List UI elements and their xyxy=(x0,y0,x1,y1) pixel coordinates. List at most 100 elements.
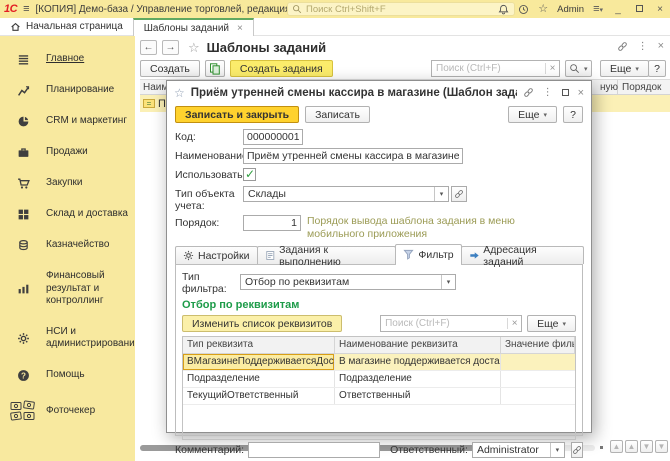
close-dialog-icon[interactable]: × xyxy=(578,87,584,99)
column-filter-value[interactable]: Значение фильтра xyxy=(501,337,575,353)
table-row[interactable]: ВМагазинеПоддерживаетсяДоставкаСв... В м… xyxy=(183,354,575,371)
tab-filter[interactable]: Фильтр xyxy=(395,244,461,264)
column-partial[interactable]: ную xyxy=(600,82,618,93)
1c-logo: 1С xyxy=(4,3,17,15)
tab-close-icon[interactable]: × xyxy=(237,23,243,34)
responsible-combo[interactable]: Administrator ▾ xyxy=(472,442,565,458)
column-order[interactable]: Порядок xyxy=(622,82,661,93)
filter-search-input[interactable] xyxy=(381,318,507,329)
tab-settings[interactable]: Настройки xyxy=(175,246,258,264)
chevron-down-icon[interactable]: ▾ xyxy=(441,275,455,289)
clear-search-icon[interactable]: × xyxy=(545,63,559,74)
tab-task-addressing[interactable]: Адресация заданий xyxy=(461,246,584,264)
chevron-down-icon[interactable]: ▾ xyxy=(550,443,564,457)
object-type-open-button[interactable] xyxy=(451,186,467,202)
move-up-button[interactable]: ▲ xyxy=(625,440,638,453)
main-menu-icon[interactable]: ≡ xyxy=(23,4,29,15)
current-user[interactable]: Admin xyxy=(557,4,584,15)
column-name[interactable]: Наим xyxy=(143,82,168,93)
link-icon[interactable] xyxy=(617,41,628,52)
create-tasks-button[interactable]: Создать задания xyxy=(230,60,333,77)
dialog-help-button[interactable]: ? xyxy=(563,106,583,123)
global-search-input[interactable] xyxy=(306,4,510,15)
back-button[interactable]: ← xyxy=(140,40,157,55)
object-type-combo[interactable]: Склады ▾ xyxy=(243,186,449,202)
save-close-button[interactable]: Записать и закрыть xyxy=(175,106,299,123)
list-search: × xyxy=(431,60,560,77)
favorites-button[interactable]: ☆ xyxy=(538,4,548,15)
sidebar-item-administration[interactable]: НСИ и администрирование xyxy=(0,317,135,360)
bell-icon xyxy=(498,4,509,15)
link-icon xyxy=(454,189,464,199)
chevron-down-icon[interactable]: ▾ xyxy=(434,187,448,201)
order-label: Порядок: xyxy=(175,215,243,229)
column-attribute-type[interactable]: Тип реквизита xyxy=(183,337,335,353)
tab-tasks-to-do[interactable]: Задания к выполнению xyxy=(257,246,397,264)
link-icon[interactable] xyxy=(523,87,534,98)
more-menu-icon[interactable]: ⋮ xyxy=(638,41,648,52)
create-button[interactable]: Создать xyxy=(140,60,200,77)
list-form-header: ← → ☆ Шаблоны заданий xyxy=(140,38,670,57)
dialog-more-button[interactable]: Еще▾ xyxy=(508,106,557,123)
sidebar-item-treasury[interactable]: Казначейство xyxy=(0,230,135,261)
sidebar-item-purchases[interactable]: Закупки xyxy=(0,168,135,199)
table-row[interactable]: Подразделение Подразделение xyxy=(183,371,575,388)
sidebar-item-sales[interactable]: Продажи xyxy=(0,137,135,168)
move-top-button[interactable]: ▲ xyxy=(610,440,623,453)
record-marker-icon: = xyxy=(143,99,155,108)
maximize-button[interactable] xyxy=(633,4,645,15)
global-search[interactable] xyxy=(287,2,515,16)
comment-field[interactable] xyxy=(248,442,380,458)
save-button[interactable]: Записать xyxy=(305,106,370,123)
tab-task-templates[interactable]: Шаблоны заданий × xyxy=(133,18,254,36)
minimize-button[interactable]: _ xyxy=(612,4,624,15)
dialog-tabs: Настройки Задания к выполнению Фильтр Ад… xyxy=(167,243,591,264)
search-icon xyxy=(292,4,302,14)
responsible-open-button[interactable] xyxy=(571,442,583,458)
dialog-fields: Код: Наименование: Использовать: Тип объ… xyxy=(167,126,591,240)
forward-button[interactable]: → xyxy=(162,40,179,55)
list-search-input[interactable] xyxy=(432,63,545,74)
page-title: Шаблоны заданий xyxy=(207,40,326,55)
pie-chart-icon xyxy=(17,115,30,128)
use-checkbox[interactable] xyxy=(243,168,256,181)
sidebar-item-crm[interactable]: CRM и маркетинг xyxy=(0,106,135,137)
move-down-button[interactable]: ▼ xyxy=(640,440,653,453)
name-field[interactable] xyxy=(243,148,463,164)
notifications-button[interactable] xyxy=(498,4,509,15)
column-attribute-name[interactable]: Наименование реквизита xyxy=(335,337,501,353)
code-label: Код: xyxy=(175,129,243,143)
edit-attribute-list-button[interactable]: Изменить список реквизитов xyxy=(182,315,342,332)
arrow-right-icon xyxy=(469,250,480,261)
maximize-dialog-icon[interactable] xyxy=(562,89,569,96)
list-more-button[interactable]: Еще▾ xyxy=(600,60,649,77)
table-row[interactable]: ТекущийОтветственный Ответственный xyxy=(183,388,575,405)
clear-search-icon[interactable]: × xyxy=(507,318,521,329)
history-button[interactable] xyxy=(518,4,529,15)
sidebar-item-main[interactable]: Главное xyxy=(0,44,135,75)
sidebar-item-planning[interactable]: Планирование xyxy=(0,75,135,106)
search-options-button[interactable]: ▾ xyxy=(565,60,592,77)
move-bottom-button[interactable]: ▼ xyxy=(655,440,668,453)
service-menu-button[interactable]: ≡▾ xyxy=(593,4,603,15)
list-help-button[interactable]: ? xyxy=(648,60,666,77)
sidebar-item-warehouse[interactable]: Склад и доставка xyxy=(0,199,135,230)
close-window-button[interactable]: × xyxy=(654,4,666,15)
svg-text:?: ? xyxy=(21,371,26,380)
filter-type-combo[interactable]: Отбор по реквизитам ▾ xyxy=(240,274,456,290)
favorite-star-icon[interactable]: ☆ xyxy=(188,40,200,56)
sidebar-item-financial-result[interactable]: Финансовый результат и контроллинг xyxy=(0,261,135,317)
copy-button[interactable] xyxy=(205,60,225,77)
favorite-star-icon[interactable]: ☆ xyxy=(174,86,185,100)
tab-home[interactable]: Начальная страница xyxy=(0,18,133,35)
filter-more-button[interactable]: Еще▾ xyxy=(527,315,576,332)
order-field[interactable] xyxy=(243,215,301,231)
sidebar-item-help[interactable]: ? Помощь xyxy=(0,360,135,391)
close-form-icon[interactable]: × xyxy=(658,40,664,52)
more-menu-icon[interactable]: ⋮ xyxy=(543,87,553,98)
list-form-header-icons: ⋮ × xyxy=(617,40,664,52)
filter-type-label: Тип фильтра: xyxy=(182,269,240,295)
sidebar-item-photochecker[interactable]: Фоточекер xyxy=(0,391,135,432)
task-list-icon xyxy=(265,250,276,261)
code-field[interactable] xyxy=(243,129,303,145)
